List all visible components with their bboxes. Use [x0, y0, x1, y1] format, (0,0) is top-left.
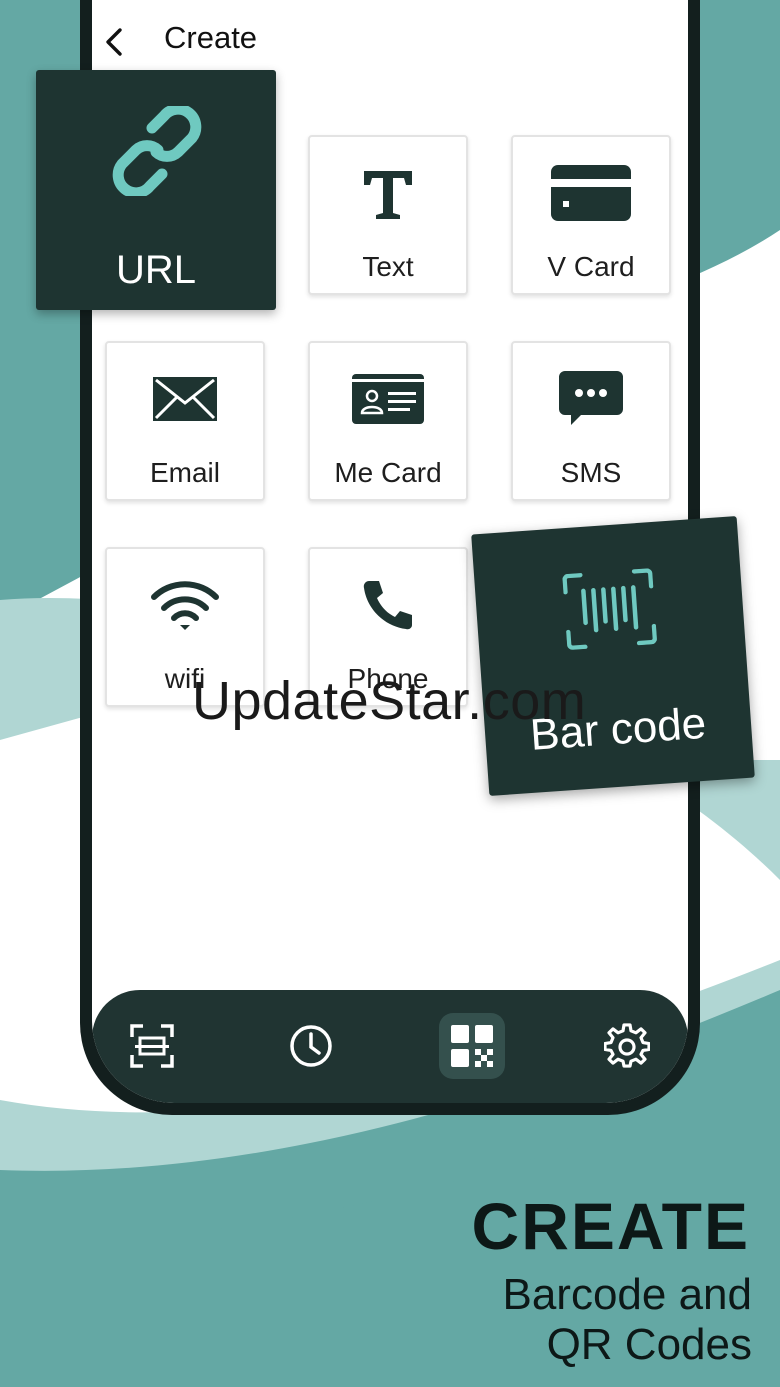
barcode-scan-icon — [562, 568, 658, 650]
nav-settings[interactable] — [597, 1016, 657, 1076]
phone-icon — [363, 581, 412, 630]
tile-label: SMS — [560, 457, 622, 488]
watermark: UpdateStar.com — [192, 671, 587, 731]
promo-title: CREATE — [471, 1189, 750, 1263]
url-featured-card[interactable]: URL — [36, 70, 276, 310]
settings-icon — [604, 1023, 650, 1068]
barcode-featured-card[interactable]: Bar code — [471, 516, 755, 796]
wifi-icon — [151, 581, 219, 630]
top-bar: Create — [92, 0, 688, 80]
tile-sms[interactable]: SMS — [511, 341, 671, 501]
tile-label: Me Card — [334, 457, 442, 488]
promo-subtitle-line: QR Codes — [546, 1320, 752, 1369]
promo-subtitle-line: Barcode and — [502, 1270, 752, 1319]
tile-email[interactable]: Email — [105, 341, 265, 501]
link-icon — [112, 106, 202, 196]
tile-label: Text — [362, 251, 414, 282]
email-icon — [153, 377, 217, 421]
text-icon — [364, 171, 412, 219]
tile-mecard[interactable]: Me Card — [308, 341, 468, 501]
promo-subtitle: Barcode and QR Codes — [502, 1270, 752, 1370]
url-label: URL — [115, 248, 197, 292]
back-arrow-icon[interactable] — [98, 22, 128, 62]
id-card-icon — [352, 374, 424, 424]
nav-scan[interactable] — [122, 1016, 182, 1076]
qr-create-icon — [451, 1025, 493, 1067]
tile-vcard[interactable]: V Card — [511, 135, 671, 295]
bottom-navigation — [92, 990, 688, 1103]
history-icon — [290, 1025, 332, 1067]
tile-label: V Card — [547, 251, 635, 282]
page-title: Create — [164, 20, 258, 55]
sms-icon — [559, 371, 623, 425]
nav-history[interactable] — [281, 1016, 341, 1076]
card-icon — [551, 165, 631, 221]
tile-text[interactable]: Text — [308, 135, 468, 295]
nav-create[interactable] — [439, 1013, 505, 1079]
scan-icon — [130, 1024, 174, 1068]
tile-label: Email — [149, 457, 220, 488]
